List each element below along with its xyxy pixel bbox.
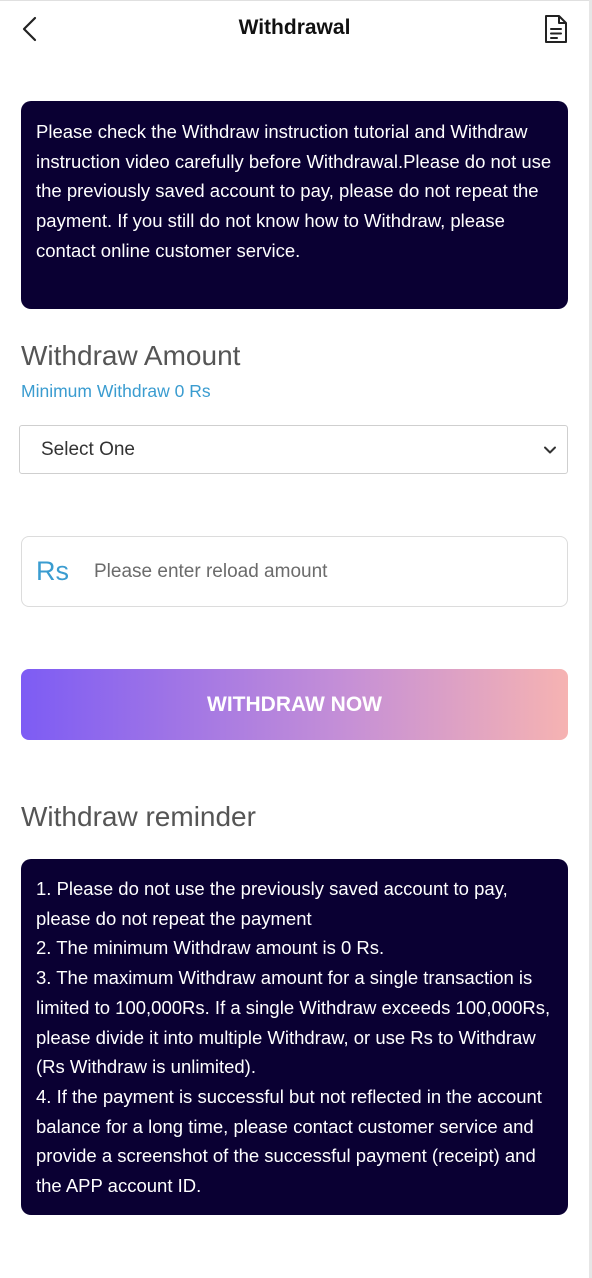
records-button[interactable] (541, 12, 571, 46)
withdraw-amount-label: Withdraw Amount (21, 340, 241, 371)
withdraw-notice: Please check the Withdraw instruction tu… (21, 101, 568, 309)
document-icon (545, 15, 567, 43)
select-value: Select One (41, 439, 135, 460)
header-bar: Withdrawal (0, 0, 589, 58)
currency-label: Rs (36, 556, 69, 586)
withdraw-option-select[interactable]: Select One (19, 425, 568, 474)
amount-input[interactable] (94, 555, 534, 589)
withdraw-now-button[interactable]: WITHDRAW NOW (21, 669, 568, 740)
reminder-item: 2. The minimum Withdraw amount is 0 Rs. (36, 937, 385, 959)
reminder-item: 4. If the payment is successful but not … (36, 1085, 542, 1197)
page-title: Withdrawal (238, 16, 351, 39)
reminder-item: 1. Please do not use the previously save… (36, 878, 508, 929)
chevron-down-icon (544, 446, 556, 454)
withdraw-reminder-box: 1. Please do not use the previously save… (21, 859, 568, 1215)
minimum-withdraw-text: Minimum Withdraw 0 Rs (21, 381, 211, 401)
withdraw-reminder-title: Withdraw reminder (21, 801, 256, 832)
reminder-item: 3. The maximum Withdraw amount for a sin… (36, 967, 551, 1078)
amount-field-container: Rs (21, 536, 568, 607)
